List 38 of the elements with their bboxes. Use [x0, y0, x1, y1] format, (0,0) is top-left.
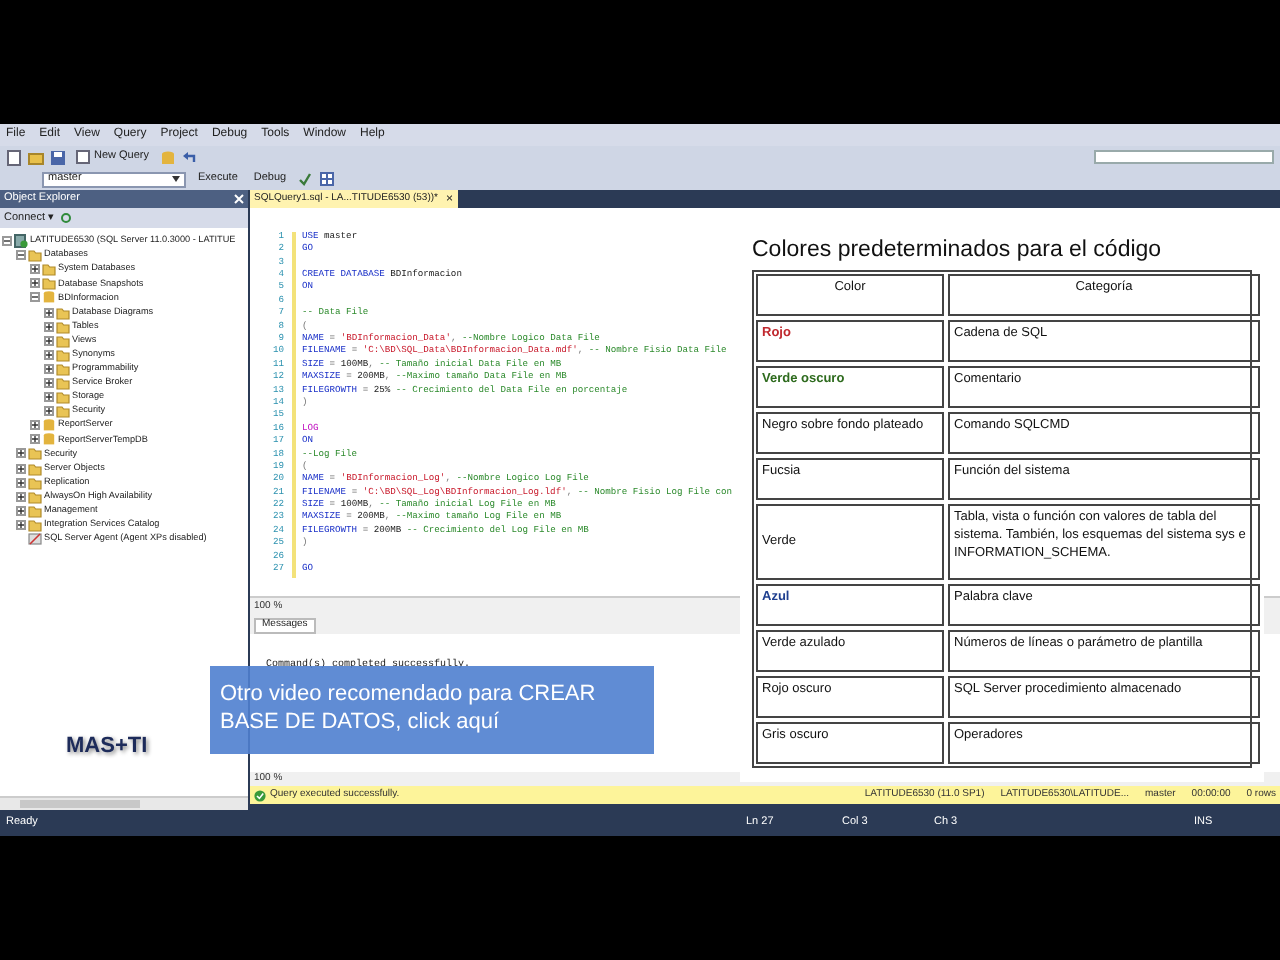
expand-toggle[interactable] [44, 392, 54, 403]
expand-toggle[interactable] [16, 448, 26, 459]
expand-toggle[interactable] [44, 307, 54, 318]
expand-toggle[interactable] [16, 477, 26, 488]
expand-toggle[interactable] [30, 420, 40, 431]
agent-icon [28, 532, 42, 547]
expand-toggle[interactable] [30, 278, 40, 289]
expand-toggle[interactable] [30, 292, 40, 303]
database-icon [42, 290, 56, 305]
table-title: Colores predeterminados para el código [752, 240, 1164, 263]
undo-icon[interactable] [181, 149, 198, 165]
horizontal-scrollbar[interactable] [0, 796, 248, 810]
close-icon[interactable] [234, 194, 244, 204]
expand-toggle[interactable] [16, 463, 26, 474]
expand-toggle[interactable] [2, 236, 12, 247]
expand-toggle[interactable] [44, 363, 54, 374]
expand-toggle[interactable] [16, 505, 26, 516]
toolbar-search-field[interactable] [1094, 150, 1274, 164]
success-icon [254, 789, 266, 801]
expand-toggle[interactable] [44, 349, 54, 360]
expand-toggle[interactable] [16, 519, 26, 530]
expand-toggle[interactable] [44, 321, 54, 332]
expand-toggle[interactable] [16, 250, 26, 261]
expand-toggle[interactable] [30, 264, 40, 275]
expand-toggle[interactable] [44, 406, 54, 417]
server-icon [14, 234, 28, 249]
new-file-icon [76, 150, 90, 164]
check-icon[interactable] [298, 172, 313, 186]
caret-icon[interactable] [172, 176, 180, 182]
save-icon[interactable] [50, 149, 66, 165]
new-file-icon[interactable] [6, 149, 22, 165]
expand-toggle[interactable] [44, 377, 54, 388]
logo: MAS+TI [66, 732, 148, 762]
expand-toggle[interactable] [30, 434, 40, 445]
expand-toggle[interactable] [16, 491, 26, 502]
expand-toggle[interactable] [44, 335, 54, 346]
refresh-icon[interactable] [60, 212, 73, 224]
grid-icon[interactable] [320, 172, 335, 186]
